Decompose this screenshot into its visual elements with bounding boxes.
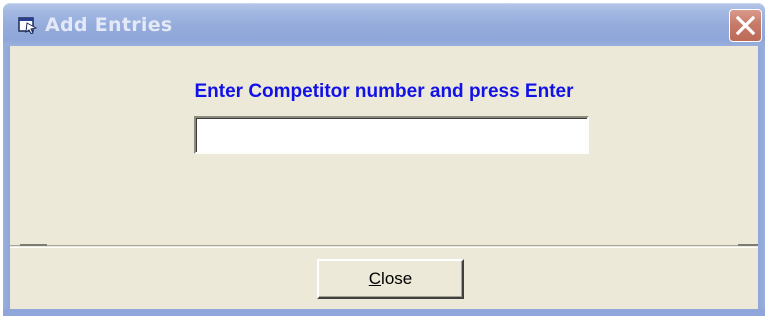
close-x-icon (736, 16, 755, 35)
add-entries-dialog: Add Entries Enter Competitor number and … (0, 0, 765, 316)
window-title: Add Entries (45, 14, 173, 36)
button-bar-divider (10, 245, 758, 248)
competitor-prompt-label: Enter Competitor number and press Enter (194, 81, 574, 102)
close-button-accelerator: C (368, 269, 382, 288)
window-close-button[interactable] (729, 9, 762, 42)
window-frame-bottom (3, 309, 765, 316)
dialog-body: Enter Competitor number and press Enter … (10, 46, 758, 309)
competitor-number-input[interactable] (194, 116, 589, 154)
window-app-icon (18, 17, 37, 34)
title-bar[interactable]: Add Entries (3, 3, 765, 46)
close-button[interactable]: Close (317, 259, 464, 299)
divider-mark-left (20, 244, 47, 246)
close-button-label: lose (381, 269, 413, 288)
divider-mark-right (738, 244, 758, 246)
